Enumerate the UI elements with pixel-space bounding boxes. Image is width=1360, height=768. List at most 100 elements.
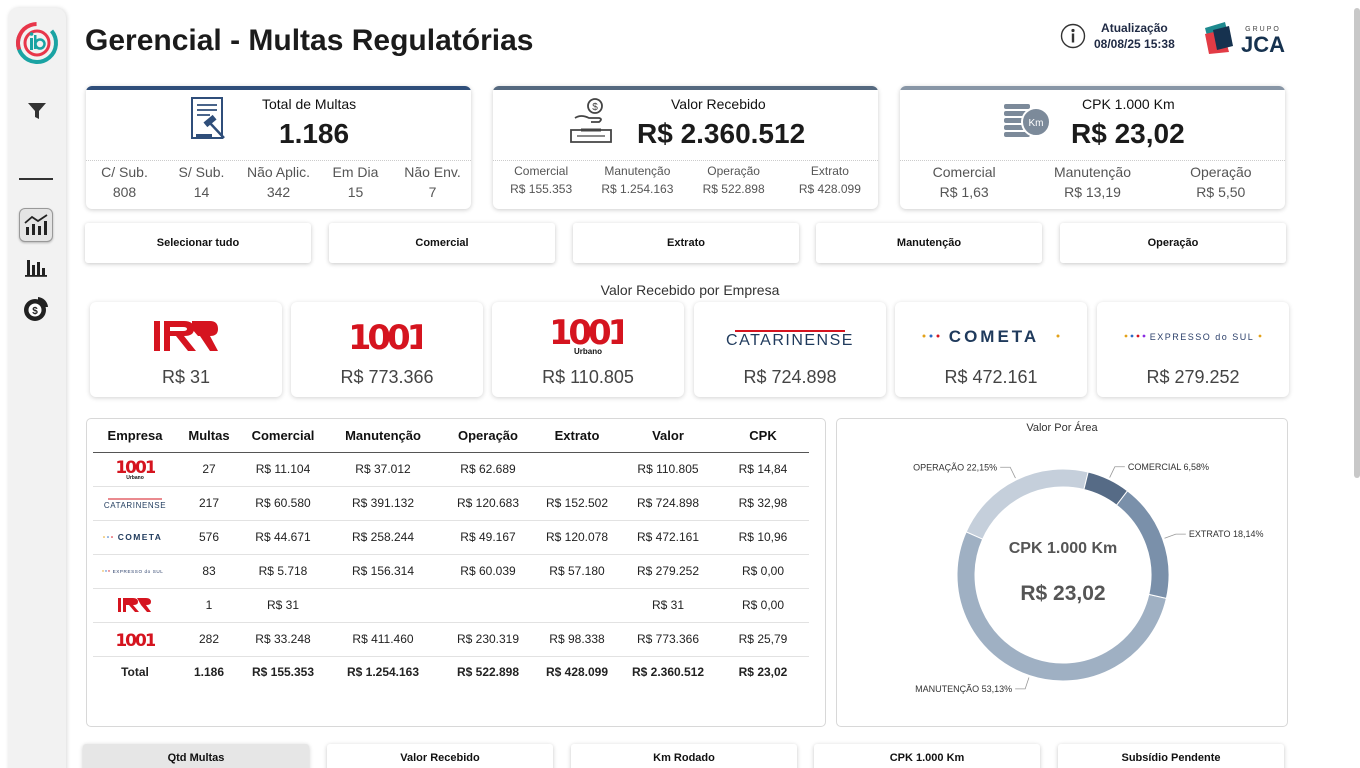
expresso-do-sul-logo: EXPRESSO do SUL <box>1124 332 1262 342</box>
company-card-1001[interactable]: 1001 R$ 773.366 <box>291 302 483 397</box>
tab-qtd-multas[interactable]: Qtd Multas <box>83 744 309 768</box>
table-row[interactable]: CATARINENSE 217 R$ 60.580 R$ 391.132 R$ … <box>93 486 809 521</box>
kpi-total-col: C/ Sub. 808 <box>101 164 148 200</box>
column-header[interactable]: Valor <box>619 419 717 453</box>
table-row[interactable]: EXPRESSO do SUL 83 R$ 5.718 R$ 156.314 R… <box>93 554 809 589</box>
table-cell <box>535 588 619 623</box>
column-header[interactable]: Multas <box>177 419 241 453</box>
table-cell: R$ 120.683 <box>441 486 535 521</box>
column-header[interactable]: Empresa <box>93 419 177 453</box>
company-value: R$ 724.898 <box>743 367 837 387</box>
table-cell: R$ 152.502 <box>535 486 619 521</box>
column-header[interactable]: Operação <box>441 419 535 453</box>
1001-urbano-logo-small: 1001Urbano <box>115 458 155 480</box>
filter-select-all-button[interactable]: Selecionar tudo <box>85 223 311 263</box>
total-cell: R$ 2.360.512 <box>619 655 717 688</box>
company-card-1001-urbano[interactable]: 1001 Urbano R$ 110.805 <box>492 302 684 397</box>
update-info: Atualização 08/08/25 15:38 <box>1060 20 1175 52</box>
brand-big-text: JCA <box>1241 32 1285 56</box>
filter-icon[interactable] <box>26 100 48 122</box>
table-cell: R$ 44.671 <box>241 520 325 555</box>
total-cell: R$ 428.099 <box>535 655 619 688</box>
table-cell: R$ 32,98 <box>717 486 809 521</box>
table-row[interactable]: 1001 282 R$ 33.248 R$ 411.460 R$ 230.319… <box>93 622 809 657</box>
kpi-accent-bar <box>493 86 878 90</box>
kpi-total-value: 1.186 <box>279 118 350 149</box>
table-row[interactable]: 1 R$ 31 R$ 31 R$ 0,00 <box>93 588 809 623</box>
money-pie-icon: $ <box>24 297 48 321</box>
kpi-valor-recebido: $ Valor Recebido R$ 2.360.512 Comercial R… <box>493 86 878 209</box>
company-card-cometa[interactable]: COMETA R$ 472.161 <box>895 302 1087 397</box>
table-cell: R$ 391.132 <box>325 486 441 521</box>
donut-data-label: COMERCIAL 6,58% <box>1128 462 1209 472</box>
kpi-accent-bar <box>900 86 1285 90</box>
table-cell: R$ 5.718 <box>241 554 325 589</box>
rr-logo-small <box>118 598 151 612</box>
total-cell: R$ 155.353 <box>241 655 325 688</box>
donut-center-label: CPK 1.000 Km <box>1009 540 1118 557</box>
bar-chart-nav-button[interactable] <box>19 250 53 284</box>
company-card-expresso-do-sul[interactable]: EXPRESSO do SUL R$ 279.252 <box>1097 302 1289 397</box>
tab-subsidio-pendente[interactable]: Subsídio Pendente <box>1058 744 1284 768</box>
company-card-rr[interactable]: RR R$ 31 <box>90 302 282 397</box>
vertical-scrollbar[interactable] <box>1354 8 1360 478</box>
table-cell: R$ 0,00 <box>717 554 809 589</box>
kpi-valor-col: Operação R$ 522.898 <box>702 164 765 196</box>
filter-operacao-button[interactable]: Operação <box>1060 223 1286 263</box>
column-header[interactable]: Comercial <box>241 419 325 453</box>
tab-valor-recebido[interactable]: Valor Recebido <box>327 744 553 768</box>
donut-slice-comercial[interactable] <box>1083 471 1129 506</box>
donut-leader-line <box>1000 466 1016 479</box>
svg-text:CATARINENSE: CATARINENSE <box>104 501 166 510</box>
cometa-logo: COMETA <box>922 327 1060 346</box>
filter-manutencao-button[interactable]: Manutenção <box>816 223 1042 263</box>
donut-slice-operação[interactable] <box>965 468 1089 540</box>
dashboard-page: $ Gerencial - Multas Regulatórias Atuali… <box>0 0 1360 768</box>
table-cell: R$ 230.319 <box>441 622 535 657</box>
info-icon[interactable] <box>1060 23 1086 49</box>
company-value: R$ 110.805 <box>542 367 634 387</box>
table-cell: R$ 120.078 <box>535 520 619 555</box>
table-cell: R$ 724.898 <box>619 486 717 521</box>
filter-comercial-button[interactable]: Comercial <box>329 223 555 263</box>
money-hand-icon: $ <box>570 98 612 143</box>
catarinense-logo-small: CATARINENSE <box>104 498 166 510</box>
table-cell: R$ 11.104 <box>241 452 325 487</box>
trend-chart-nav-button[interactable] <box>19 208 53 242</box>
kpi-total-multas: Total de Multas 1.186 C/ Sub. 808 S/ Sub.… <box>86 86 471 209</box>
table-cell: 217 <box>177 486 241 521</box>
app-logo-icon <box>16 22 58 64</box>
kpi-total-col: S/ Sub. 14 <box>178 164 225 200</box>
svg-text:$: $ <box>32 306 38 317</box>
1001-logo: 1001 <box>352 319 422 353</box>
table-row[interactable]: 1001 Urbano 27 R$ 11.104 R$ 37.012 R$ 62.… <box>93 452 809 487</box>
kpi-accent-bar <box>86 86 471 90</box>
company-value: R$ 773.366 <box>340 367 434 387</box>
tab-cpk[interactable]: CPK 1.000 Km <box>814 744 1040 768</box>
table-cell: 83 <box>177 554 241 589</box>
table-cell: R$ 57.180 <box>535 554 619 589</box>
donut-slice-extrato[interactable] <box>1115 490 1170 599</box>
table-cell: R$ 31 <box>241 588 325 623</box>
donut-leader-line <box>1015 677 1030 690</box>
company-card-catarinense[interactable]: CATARINENSE R$ 724.898 <box>694 302 886 397</box>
table-cell: R$ 10,96 <box>717 520 809 555</box>
table-row[interactable]: COMETA 576 R$ 44.671 R$ 258.244 R$ 49.16… <box>93 520 809 555</box>
table-cell: R$ 472.161 <box>619 520 717 555</box>
column-header[interactable]: CPK <box>717 419 809 453</box>
total-cell: R$ 1.254.163 <box>325 655 441 688</box>
svg-text:CATARINENSE: CATARINENSE <box>726 332 854 349</box>
total-cell: Total <box>93 655 177 688</box>
kpi-cpk-col: Manutenção R$ 13,19 <box>1053 164 1132 200</box>
svg-text:$: $ <box>592 102 598 113</box>
filter-extrato-button[interactable]: Extrato <box>573 223 799 263</box>
companies-section-title: Valor Recebido por Empresa <box>600 282 780 298</box>
coins-km-icon: Km <box>1004 104 1051 137</box>
svg-text:EXPRESSO do SUL: EXPRESSO do SUL <box>113 569 164 574</box>
expresso-do-sul-logo-small: EXPRESSO do SUL <box>102 569 164 574</box>
column-header[interactable]: Manutenção <box>325 419 441 453</box>
table-cell: R$ 33.248 <box>241 622 325 657</box>
donut-leader-line <box>1164 533 1186 539</box>
tab-km-rodado[interactable]: Km Rodado <box>571 744 797 768</box>
column-header[interactable]: Extrato <box>535 419 619 453</box>
